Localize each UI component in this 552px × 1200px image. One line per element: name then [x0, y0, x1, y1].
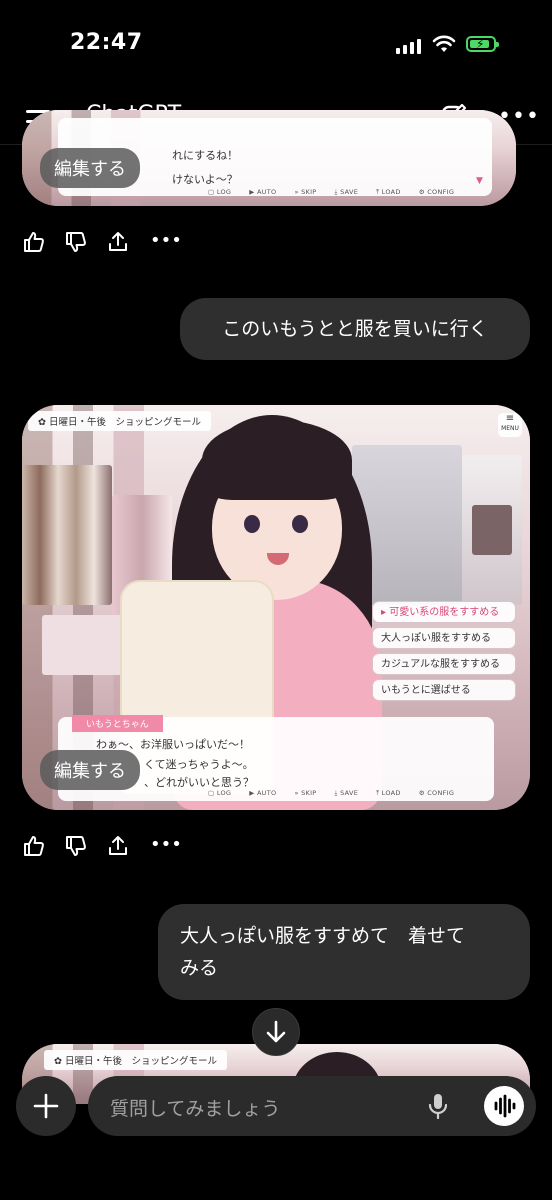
- wifi-icon: [432, 35, 456, 52]
- share-icon[interactable]: [106, 230, 130, 254]
- log-button[interactable]: ▢ LOG: [208, 188, 231, 197]
- thumbs-down-icon[interactable]: [64, 230, 88, 254]
- user-message-line: みる: [180, 957, 219, 979]
- more-actions-icon[interactable]: •••: [150, 834, 182, 855]
- thumbs-up-icon[interactable]: [22, 230, 46, 254]
- user-message-bubble: 大人っぽい服をすすめて 着せて みる: [158, 904, 530, 1000]
- next-arrow-icon: ▼: [476, 176, 483, 186]
- auto-button[interactable]: ▶ AUTO: [249, 188, 276, 197]
- dialog-line: けないよ〜？: [172, 173, 238, 186]
- arrow-down-icon: [266, 1020, 286, 1043]
- plus-icon: [33, 1093, 59, 1119]
- thumbs-down-icon[interactable]: [64, 834, 88, 858]
- cellular-signal-icon: [396, 36, 421, 54]
- dialog-line: れにするね！: [172, 149, 239, 162]
- choice-mature-clothes[interactable]: 大人っぽい服をすすめる: [372, 627, 516, 649]
- auto-button[interactable]: ▶ AUTO: [249, 789, 276, 798]
- speaker-name: いもうとちゃん: [72, 715, 163, 732]
- skip-button[interactable]: » SKIP: [294, 188, 316, 197]
- save-button[interactable]: ⤓ SAVE: [335, 789, 359, 798]
- dialog-line: くて迷っちゃうよ〜。: [144, 758, 254, 771]
- user-message-line: 大人っぽい服をすすめて 着せて: [180, 925, 466, 947]
- more-actions-icon[interactable]: •••: [150, 230, 182, 251]
- load-button[interactable]: ⤒ LOAD: [376, 188, 401, 197]
- skip-button[interactable]: » SKIP: [294, 789, 316, 798]
- location-label: ✿ 日曜日・午後 ショッピングモール: [44, 1050, 227, 1070]
- load-button[interactable]: ⤒ LOAD: [376, 789, 401, 798]
- choice-cute-clothes[interactable]: ▸ 可愛い系の服をすすめる: [372, 601, 516, 623]
- message-input[interactable]: 質問してみましょう: [88, 1076, 536, 1136]
- input-placeholder: 質問してみましょう: [110, 1098, 281, 1120]
- edit-image-button[interactable]: 編集する: [40, 148, 140, 188]
- share-icon[interactable]: [106, 834, 130, 858]
- choice-let-sister-choose[interactable]: いもうとに選ばせる: [372, 679, 516, 701]
- battery-icon: ⚡: [466, 36, 499, 52]
- microphone-icon[interactable]: [426, 1092, 450, 1120]
- voice-mode-button[interactable]: [484, 1086, 524, 1126]
- game-menu-button[interactable]: ≡ MENU: [498, 413, 522, 437]
- user-message-bubble: このいもうとと服を買いに行く: [180, 298, 530, 360]
- attach-button[interactable]: [16, 1076, 76, 1136]
- scroll-to-bottom-button[interactable]: [252, 1008, 300, 1056]
- save-button[interactable]: ⤓ SAVE: [335, 188, 359, 197]
- edit-image-button[interactable]: 編集する: [40, 750, 140, 790]
- thumbs-up-icon[interactable]: [22, 834, 46, 858]
- config-button[interactable]: ⚙ CONFIG: [419, 789, 455, 798]
- log-button[interactable]: ▢ LOG: [208, 789, 231, 798]
- choice-casual-clothes[interactable]: カジュアルな服をすすめる: [372, 653, 516, 675]
- waveform-icon: [494, 1094, 516, 1118]
- location-label: ✿ 日曜日・午後 ショッピングモール: [28, 411, 211, 431]
- status-time: 22:47: [70, 30, 143, 55]
- config-button[interactable]: ⚙ CONFIG: [419, 188, 455, 197]
